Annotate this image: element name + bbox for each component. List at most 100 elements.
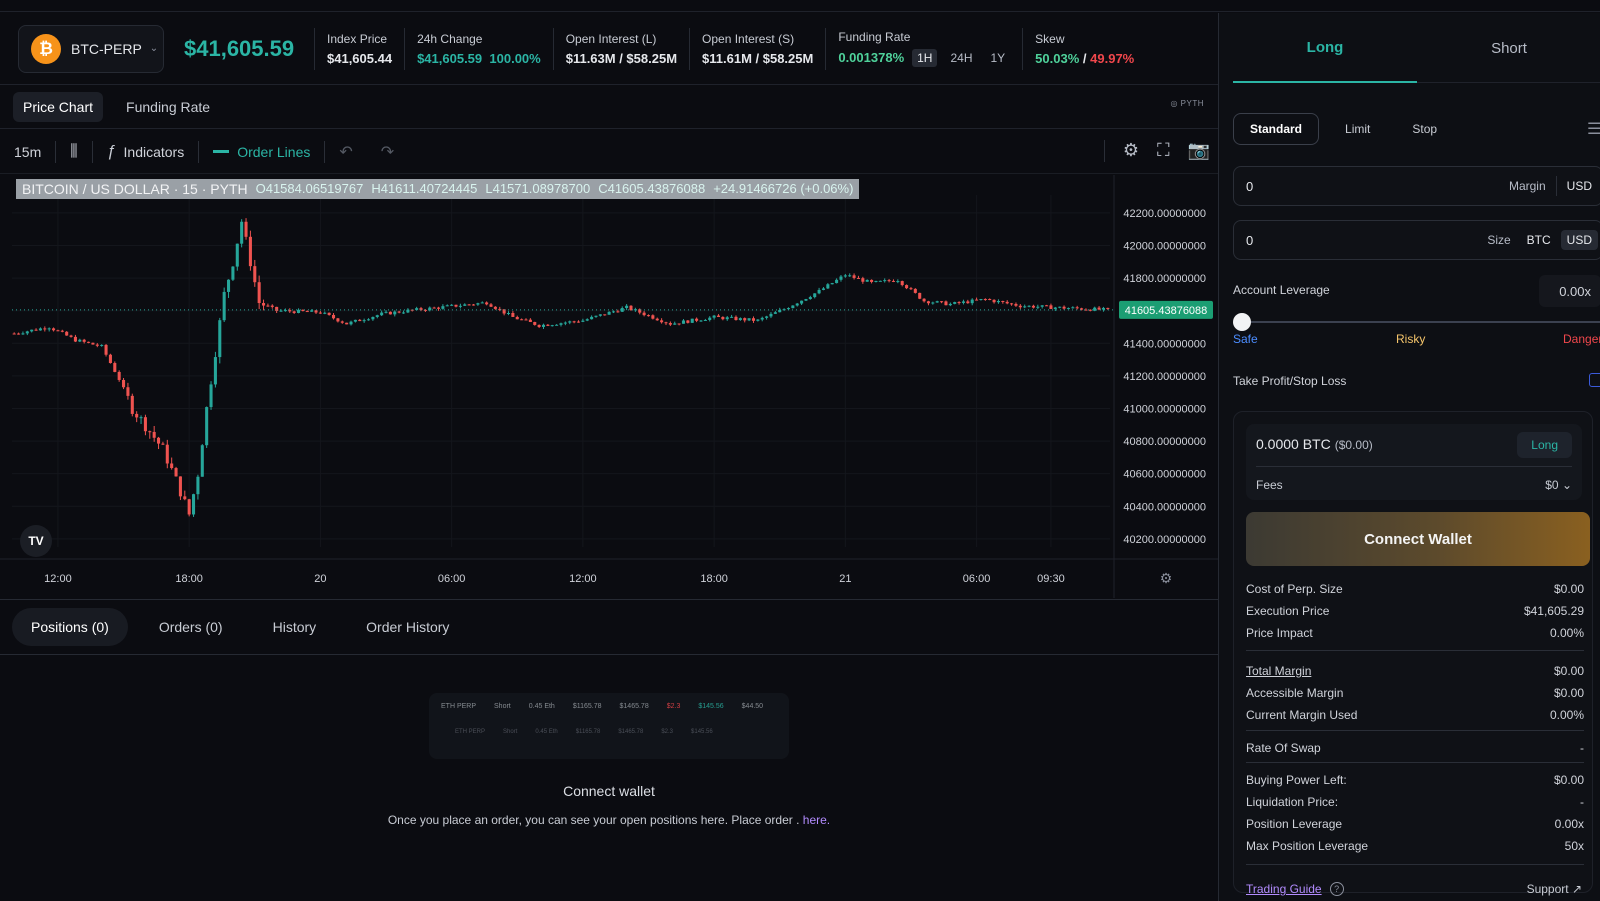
market-selector[interactable]: ₿ BTC-PERP ⌄ — [18, 24, 164, 73]
candle-body — [244, 221, 248, 237]
tab-orders[interactable]: Orders (0) — [140, 608, 242, 646]
settings-icon[interactable]: ⚙ — [1123, 140, 1139, 162]
candle-body — [73, 336, 77, 342]
order-type-stop[interactable]: Stop — [1396, 114, 1453, 144]
info-key: Buying Power Left: — [1246, 773, 1347, 787]
candlestick-chart[interactable]: 42200.00000000 42000.00000000 41800.000000… — [0, 175, 1218, 598]
margin-input[interactable]: 0 Margin USD — [1233, 166, 1600, 206]
info-key: Position Leverage — [1246, 817, 1343, 831]
candle-body — [1106, 307, 1110, 309]
preview-cell: $2.3 — [661, 729, 674, 735]
order-lines-button[interactable]: Order Lines — [199, 140, 324, 164]
candle-body — [78, 339, 82, 342]
tab-order-history[interactable]: Order History — [347, 608, 468, 646]
tpsl-checkbox[interactable] — [1589, 373, 1600, 387]
slider-handle[interactable] — [1233, 313, 1251, 331]
funding-tf-1h[interactable]: 1H — [912, 49, 938, 67]
skew-stat: Skew 50.03% / 49.97% — [1022, 27, 1146, 70]
redo-button[interactable]: ↷ — [367, 140, 408, 164]
size-value[interactable]: 0 — [1246, 233, 1487, 248]
funding-tf-1y[interactable]: 1Y — [985, 49, 1010, 67]
fullscreen-icon[interactable]: ⛶ — [1157, 140, 1170, 162]
legend-open: O41584.06519767 — [255, 181, 364, 196]
leverage-input[interactable]: 0.00x — [1539, 275, 1600, 307]
candle-body — [708, 317, 712, 320]
info-key: Price Impact — [1246, 626, 1313, 640]
connect-wallet-button[interactable]: Connect Wallet — [1246, 512, 1590, 566]
leverage-slider[interactable] — [1241, 321, 1600, 323]
place-order-link[interactable]: here. — [803, 813, 830, 827]
risk-safe: Safe — [1233, 332, 1258, 346]
tab-history[interactable]: History — [254, 608, 336, 646]
candle-body — [1040, 305, 1044, 307]
candle-body — [235, 243, 239, 267]
divider — [1246, 864, 1584, 865]
candle-type-button[interactable]: ⫼ — [56, 140, 91, 164]
leverage-label: Account Leverage — [1233, 283, 1330, 297]
candle-body — [931, 302, 935, 304]
fees-dropdown[interactable]: $0 ⌄ — [1545, 478, 1572, 492]
candle-body — [1036, 306, 1040, 308]
chart-toolbar: 15m ⫼ ƒ Indicators Order Lines ↶ ↷ ⚙ ⛶ 📷 — [0, 130, 1218, 174]
order-summary-card: 0.0000 BTC ($0.00) Long Fees $0 ⌄ Connect… — [1233, 411, 1593, 896]
size-unit-usd[interactable]: USD — [1560, 230, 1598, 250]
candle-body — [756, 319, 760, 321]
x-tick-label: 18:00 — [175, 573, 203, 585]
candle-body — [673, 323, 677, 325]
indicators-button[interactable]: ƒ Indicators — [93, 140, 199, 164]
candle-body — [454, 304, 458, 307]
trading-guide-link[interactable]: Trading Guide? — [1246, 882, 1344, 896]
candle-body — [113, 363, 117, 372]
candle-body — [56, 330, 60, 332]
camera-icon[interactable]: 📷 — [1188, 140, 1210, 162]
candle-body — [467, 304, 471, 306]
size-input[interactable]: 0 Size BTC USD — [1233, 220, 1600, 260]
candle-body — [970, 299, 974, 304]
tab-price-chart[interactable]: Price Chart — [13, 91, 104, 122]
candle-body — [874, 280, 878, 282]
info-row: Total Margin $0.00 — [1246, 664, 1584, 678]
candle-body — [1005, 301, 1009, 304]
funding-tf-24h[interactable]: 24H — [945, 49, 977, 67]
tab-funding-rate[interactable]: Funding Rate — [116, 92, 220, 122]
candle-body — [887, 280, 891, 282]
tradingview-logo-icon[interactable]: TV — [20, 525, 52, 557]
funding-value: 0.001378% — [838, 50, 905, 65]
oi-short-value: $11.61M / $58.25M — [702, 50, 814, 66]
candle-body — [791, 305, 795, 309]
x-tick-label: 21 — [839, 573, 851, 585]
chevron-down-icon: ⌄ — [1561, 478, 1572, 492]
legend-high: H41611.40724445 — [371, 181, 478, 196]
interval-button[interactable]: 15m — [0, 140, 55, 164]
undo-button[interactable]: ↶ — [325, 140, 366, 164]
candle-body — [1031, 305, 1035, 308]
info-row: Position Leverage 0.00x — [1246, 817, 1584, 831]
candle-body — [786, 308, 791, 310]
size-unit-btc[interactable]: BTC — [1521, 230, 1557, 250]
candle-body — [953, 302, 957, 304]
order-type-limit[interactable]: Limit — [1329, 114, 1386, 144]
margin-value[interactable]: 0 — [1246, 179, 1509, 194]
order-type-standard[interactable]: Standard — [1233, 113, 1320, 145]
candle-body — [922, 298, 926, 302]
tab-long[interactable]: Long — [1233, 13, 1417, 83]
candle-body — [345, 322, 349, 325]
price-chart[interactable]: 42200.00000000 42000.00000000 41800.000000… — [0, 175, 1218, 598]
divider — [1256, 466, 1572, 467]
support-link[interactable]: Support ↗ — [1527, 882, 1582, 896]
preview-cell: $2.3 — [666, 703, 681, 710]
tab-short[interactable]: Short — [1417, 13, 1600, 83]
candle-body — [476, 303, 480, 305]
candle-body — [975, 299, 979, 301]
margin-unit[interactable]: USD — [1555, 176, 1598, 196]
total-margin-link[interactable]: Total Margin — [1246, 664, 1311, 678]
sliders-icon[interactable]: ☰ — [1587, 119, 1600, 139]
preview-cell: $1165.78 — [572, 703, 602, 710]
candle-body — [419, 308, 423, 310]
index-price-label: Index Price — [327, 31, 388, 46]
fees-label: Fees — [1256, 478, 1283, 492]
candle-body — [935, 301, 939, 303]
tab-positions[interactable]: Positions (0) — [12, 608, 128, 646]
candle-body — [817, 289, 821, 294]
side-badge: Long — [1517, 432, 1572, 458]
